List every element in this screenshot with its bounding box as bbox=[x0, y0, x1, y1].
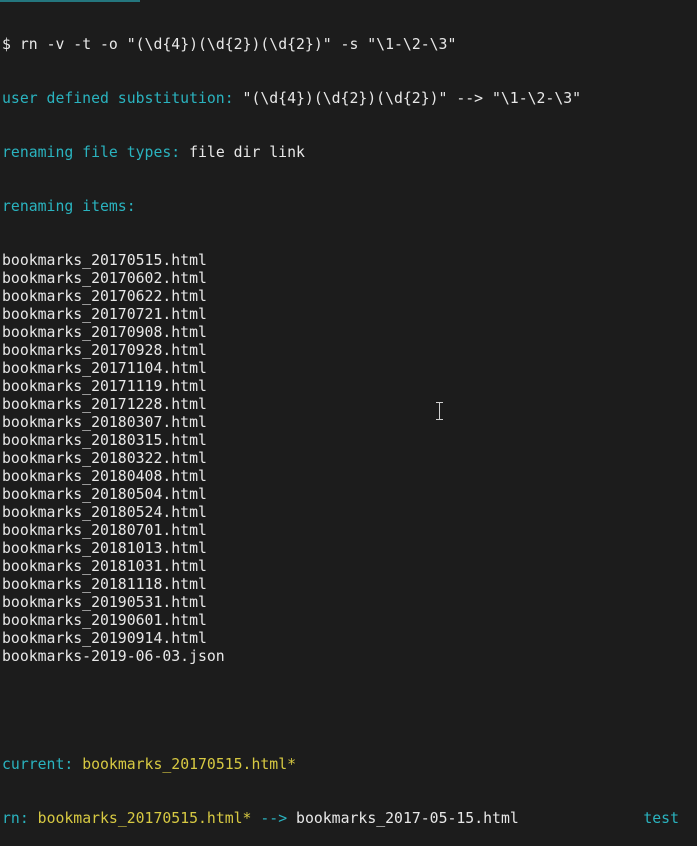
list-item: bookmarks_20180322.html bbox=[2, 450, 207, 467]
list-item: bookmarks_20170721.html bbox=[2, 306, 207, 323]
items-list: bookmarks_20170515.html bookmarks_2017060… bbox=[2, 252, 695, 666]
prompt-symbol: $ bbox=[2, 36, 11, 53]
list-item: bookmarks_20180524.html bbox=[2, 504, 207, 521]
list-item: bookmarks_20170622.html bbox=[2, 288, 207, 305]
current-label: current: bbox=[2, 756, 74, 773]
list-item: bookmarks_20171119.html bbox=[2, 378, 207, 395]
list-item: bookmarks_20180504.html bbox=[2, 486, 207, 503]
list-item: bookmarks_20180315.html bbox=[2, 432, 207, 449]
list-item: bookmarks_20180307.html bbox=[2, 414, 207, 431]
list-item: bookmarks_20190914.html bbox=[2, 630, 207, 647]
mode-tag: test bbox=[643, 810, 679, 827]
substitution-label: user defined substitution: bbox=[2, 90, 234, 107]
list-item: bookmarks_20170928.html bbox=[2, 342, 207, 359]
filetypes-value: file dir link bbox=[189, 144, 305, 161]
command-line: $ rn -v -t -o "(\d{4})(\d{2})(\d{2})" -s… bbox=[2, 36, 695, 54]
list-item: bookmarks_20180408.html bbox=[2, 468, 207, 485]
terminal-window[interactable]: $ rn -v -t -o "(\d{4})(\d{2})(\d{2})" -s… bbox=[2, 0, 695, 827]
substitution-value: "(\d{4})(\d{2})(\d{2})" --> "\1-\2-\3" bbox=[242, 90, 582, 107]
list-item: bookmarks_20190601.html bbox=[2, 612, 207, 629]
filetypes-label: renaming file types: bbox=[2, 144, 181, 161]
rn-target: bookmarks_2017-05-15.html bbox=[296, 810, 519, 827]
rn-source: bookmarks_20170515.html* bbox=[37, 810, 252, 827]
list-item: bookmarks_20190531.html bbox=[2, 594, 207, 611]
command-text: rn -v -t -o "(\d{4})(\d{2})(\d{2})" -s "… bbox=[19, 36, 457, 53]
filetypes-line: renaming file types: file dir link bbox=[2, 144, 695, 162]
list-item: bookmarks_20180701.html bbox=[2, 522, 207, 539]
list-item: bookmarks_20170515.html bbox=[2, 252, 207, 269]
ibeam-cursor-icon bbox=[435, 402, 444, 420]
list-item: bookmarks_20170602.html bbox=[2, 270, 207, 287]
current-value: bookmarks_20170515.html* bbox=[82, 756, 297, 773]
rn-line: rn: bookmarks_20170515.html* --> bookmar… bbox=[2, 810, 695, 828]
substitution-line: user defined substitution: "(\d{4})(\d{2… bbox=[2, 90, 695, 108]
list-item: bookmarks-2019-06-03.json bbox=[2, 648, 225, 665]
rn-arrow: --> bbox=[260, 810, 288, 827]
current-line: current: bookmarks_20170515.html* bbox=[2, 756, 695, 774]
list-item: bookmarks_20181118.html bbox=[2, 576, 207, 593]
list-item: bookmarks_20170908.html bbox=[2, 324, 207, 341]
list-item: bookmarks_20181013.html bbox=[2, 540, 207, 557]
list-item: bookmarks_20171104.html bbox=[2, 360, 207, 377]
rn-label: rn: bbox=[2, 810, 29, 827]
list-item: bookmarks_20181031.html bbox=[2, 558, 207, 575]
items-label: renaming items: bbox=[2, 198, 136, 215]
list-item: bookmarks_20171228.html bbox=[2, 396, 207, 413]
